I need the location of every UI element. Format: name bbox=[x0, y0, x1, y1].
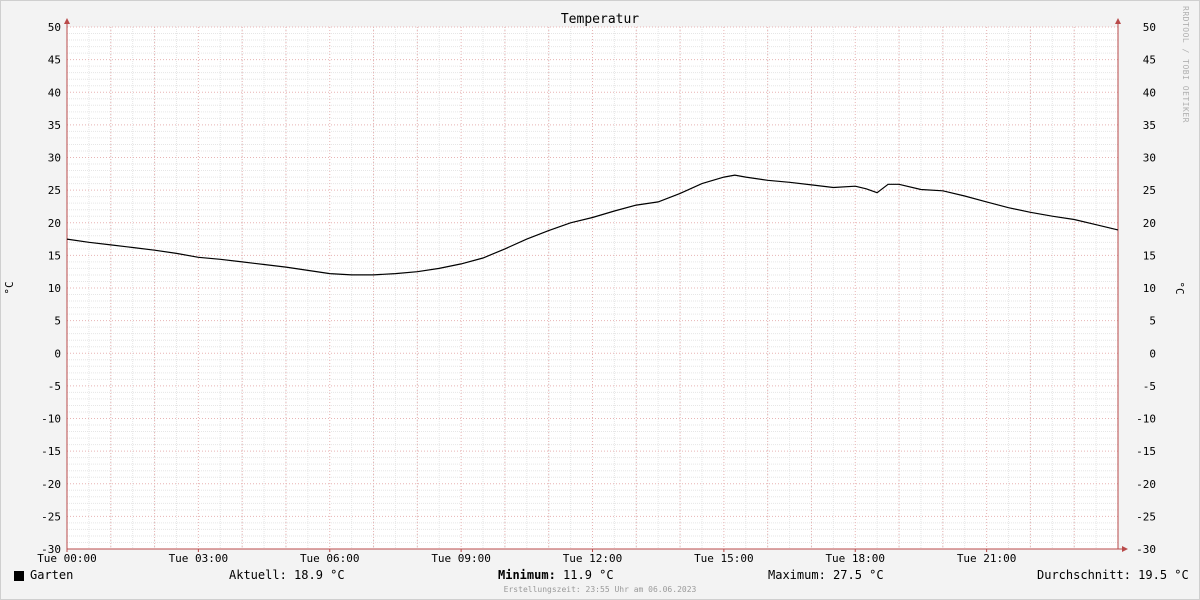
legend: Garten Aktuell: 18.9 °C Minimum: 11.9 °C… bbox=[0, 568, 1200, 584]
y-tick-label-right: -5 bbox=[1143, 380, 1156, 393]
y-tick-label-right: 5 bbox=[1149, 315, 1156, 328]
y-axis-right-arrow bbox=[1115, 18, 1121, 24]
x-axis-arrow bbox=[1122, 546, 1128, 552]
y-tick-label-right: -30 bbox=[1136, 543, 1156, 556]
y-axis-left-arrow bbox=[64, 18, 70, 24]
y-tick-label-left: -20 bbox=[41, 478, 61, 491]
y-tick-label-left: -25 bbox=[41, 510, 61, 523]
y-tick-label-right: 10 bbox=[1143, 282, 1156, 295]
legend-minimum-value: 11.9 °C bbox=[563, 568, 614, 582]
y-tick-label-left: 40 bbox=[48, 86, 61, 99]
y-tick-label-right: 40 bbox=[1143, 86, 1156, 99]
x-tick-label: Tue 12:00 bbox=[563, 552, 623, 565]
y-tick-label-left: 35 bbox=[48, 119, 61, 132]
x-tick-label: Tue 18:00 bbox=[825, 552, 885, 565]
y-tick-label-left: 20 bbox=[48, 217, 61, 230]
y-tick-label-right: -15 bbox=[1136, 445, 1156, 458]
legend-maximum: Maximum: 27.5 °C bbox=[768, 568, 884, 582]
x-tick-label: Tue 03:00 bbox=[169, 552, 229, 565]
x-tick-label: Tue 21:00 bbox=[957, 552, 1017, 565]
legend-average: Durchschnitt: 19.5 °C bbox=[1037, 568, 1189, 582]
legend-swatch bbox=[14, 571, 24, 581]
x-tick-label: Tue 15:00 bbox=[694, 552, 754, 565]
y-tick-label-right: 15 bbox=[1143, 249, 1156, 262]
x-tick-label: Tue 09:00 bbox=[431, 552, 491, 565]
legend-current: Aktuell: 18.9 °C bbox=[229, 568, 345, 582]
y-axis-label-left: °C bbox=[3, 281, 16, 294]
y-tick-label-left: -5 bbox=[48, 380, 61, 393]
y-tick-labels-left: 50454035302520151050-5-10-15-20-25-30 bbox=[41, 21, 61, 556]
y-tick-label-left: 10 bbox=[48, 282, 61, 295]
legend-minimum-label: Minimum: bbox=[498, 568, 556, 582]
watermark: RRDTOOL / TOBI OETIKER bbox=[1181, 6, 1190, 123]
legend-minimum: Minimum: 11.9 °C bbox=[498, 568, 614, 582]
y-tick-label-left: 30 bbox=[48, 152, 61, 165]
chart-root: 50 45 40 35 30 25 20 15 10 5 0 -5 -10 -15 -20 -25 -30 50… bbox=[0, 0, 1200, 600]
y-tick-label-left: 15 bbox=[48, 249, 61, 262]
y-axis-label-right: °C bbox=[1173, 281, 1186, 294]
y-tick-label-left: -15 bbox=[41, 445, 61, 458]
y-tick-label-right: -10 bbox=[1136, 413, 1156, 426]
x-tick-label: Tue 06:00 bbox=[300, 552, 360, 565]
footer-timestamp: Erstellungszeit: 23:55 Uhr am 06.06.2023 bbox=[503, 585, 697, 594]
x-tick-labels: Tue 00:00 Tue 03:00 Tue 06:00 Tue 09:00 Tue … bbox=[37, 552, 1016, 565]
y-tick-label-left: 25 bbox=[48, 184, 61, 197]
y-tick-label-right: 20 bbox=[1143, 217, 1156, 230]
temperature-chart: 50454035302520151050-5-10-15-20-25-30 50… bbox=[3, 12, 1186, 565]
y-tick-label-left: 5 bbox=[54, 315, 61, 328]
y-tick-label-right: 0 bbox=[1149, 347, 1156, 360]
chart-title: Temperatur bbox=[561, 12, 639, 27]
y-tick-label-right: 25 bbox=[1143, 184, 1156, 197]
y-tick-label-right: 50 bbox=[1143, 21, 1156, 34]
x-tick-label: Tue 00:00 bbox=[37, 552, 97, 565]
y-tick-label-left: 0 bbox=[54, 347, 61, 360]
y-tick-label-right: -25 bbox=[1136, 510, 1156, 523]
legend-series-name: Garten bbox=[30, 568, 74, 582]
y-tick-label-right: -20 bbox=[1136, 478, 1156, 491]
y-tick-label-left: -10 bbox=[41, 413, 61, 426]
y-tick-label-left: 45 bbox=[48, 54, 61, 67]
y-tick-label-right: 45 bbox=[1143, 54, 1156, 67]
y-tick-label-right: 30 bbox=[1143, 152, 1156, 165]
y-tick-label-left: 50 bbox=[48, 21, 61, 34]
y-tick-labels-right: 50454035302520151050-5-10-15-20-25-30 bbox=[1136, 21, 1156, 556]
y-tick-label-right: 35 bbox=[1143, 119, 1156, 132]
